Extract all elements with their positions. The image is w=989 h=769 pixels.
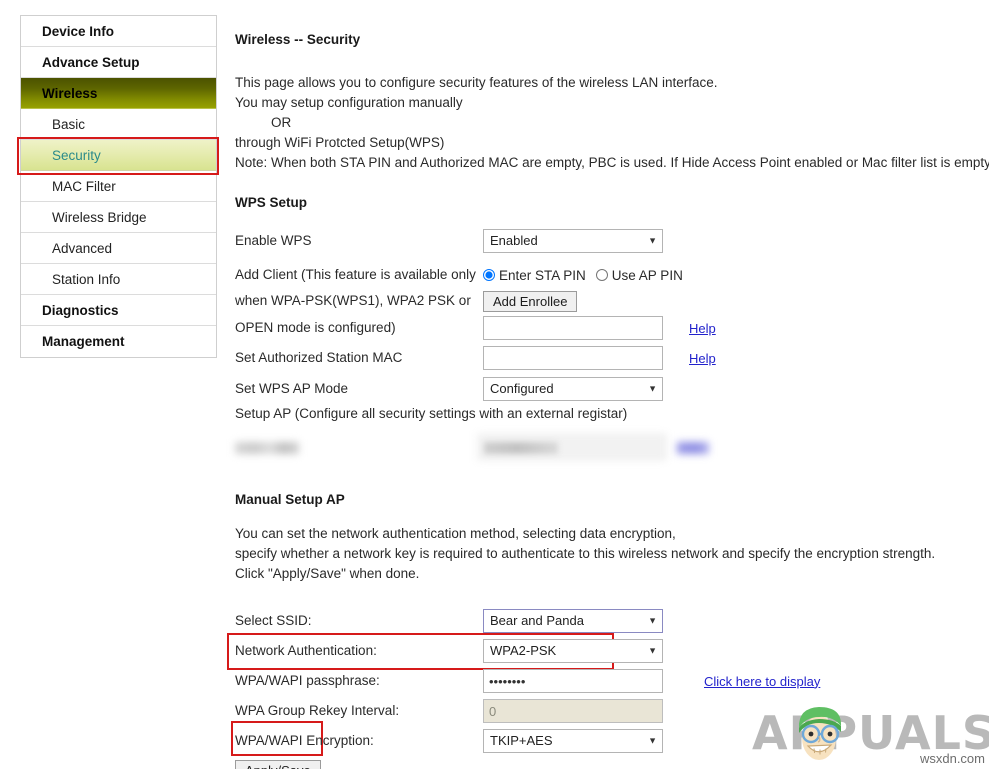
radio-enter-sta-pin-label: Enter STA PIN: [499, 268, 586, 283]
row-apply-save: Apply/Save: [235, 756, 989, 769]
row-pin-input: OPEN mode is configured) Help: [235, 313, 989, 343]
sidebar-item-diagnostics[interactable]: Diagnostics: [21, 295, 216, 326]
intro-line-2: You may setup configuration manually: [235, 93, 989, 113]
authorized-station-mac-label: Set Authorized Station MAC: [235, 343, 402, 373]
sidebar-item-station-info[interactable]: Station Info: [21, 264, 216, 295]
wpa-encryption-dropdown[interactable]: TKIP+AES ▼: [483, 729, 663, 753]
chevron-down-icon: ▼: [648, 737, 657, 746]
wpa-group-rekey-input: [483, 699, 663, 723]
sidebar-item-advanced[interactable]: Advanced: [21, 233, 216, 264]
intro-line-4: through WiFi Protcted Setup(WPS): [235, 133, 989, 153]
sidebar-item-label: Station Info: [52, 272, 120, 287]
row-wpa-encryption: WPA/WAPI Encryption: TKIP+AES ▼: [235, 726, 989, 756]
redacted-row: [235, 432, 989, 466]
sidebar-item-label: Wireless Bridge: [52, 210, 147, 225]
sidebar-item-wireless-bridge[interactable]: Wireless Bridge: [21, 202, 216, 233]
apply-save-button[interactable]: Apply/Save: [235, 760, 321, 769]
manual-desc-line-1: You can set the network authentication m…: [235, 524, 989, 544]
radio-use-ap-pin-label: Use AP PIN: [612, 268, 683, 283]
sidebar-item-wireless[interactable]: Wireless: [21, 78, 216, 109]
click-here-to-display-link[interactable]: Click here to display: [704, 674, 820, 689]
sidebar-item-device-info[interactable]: Device Info: [21, 16, 216, 47]
add-client-label-line2: when WPA-PSK(WPS1), WPA2 PSK or: [235, 286, 471, 316]
radio-enter-sta-pin[interactable]: [483, 269, 495, 281]
manual-setup-ap-heading: Manual Setup AP: [235, 492, 989, 507]
redacted-input-text-blur: [484, 442, 558, 454]
sidebar-item-security[interactable]: Security: [21, 140, 216, 171]
sidebar-item-label: Management: [42, 334, 125, 349]
wpa-passphrase-label: WPA/WAPI passphrase:: [235, 666, 380, 696]
sta-pin-input[interactable]: [483, 316, 663, 340]
wps-ap-mode-select[interactable]: Configured ▼: [483, 377, 663, 401]
manual-desc-line-2: specify whether a network key is require…: [235, 544, 989, 564]
row-select-ssid: Select SSID: Bear and Panda ▼: [235, 606, 989, 636]
wpa-encryption-label: WPA/WAPI Encryption:: [235, 726, 374, 756]
sidebar-item-label: Basic: [52, 117, 85, 132]
row-wpa-passphrase: WPA/WAPI passphrase: Click here to displ…: [235, 666, 989, 696]
add-client-label-line3: OPEN mode is configured): [235, 313, 396, 343]
sidebar-item-label: Device Info: [42, 24, 114, 39]
intro-note-line: Note: When both STA PIN and Authorized M…: [235, 153, 989, 173]
chevron-down-icon: ▼: [648, 385, 657, 394]
select-ssid-value: Bear and Panda: [490, 613, 584, 628]
sidebar-item-management[interactable]: Management: [21, 326, 216, 357]
row-enable-wps: Enable WPS Enabled ▼: [235, 226, 989, 260]
wpa-group-rekey-label: WPA Group Rekey Interval:: [235, 696, 399, 726]
chevron-down-icon: ▼: [648, 237, 657, 246]
sidebar-item-label: Security: [52, 148, 101, 163]
authorized-station-mac-input[interactable]: [483, 346, 663, 370]
redacted-label-blur: [235, 442, 299, 454]
sidebar-item-label: Diagnostics: [42, 303, 119, 318]
main-content: Wireless -- Security This page allows yo…: [235, 32, 989, 769]
sidebar-item-label: MAC Filter: [52, 179, 116, 194]
enable-wps-label: Enable WPS: [235, 226, 312, 256]
wps-ap-mode-label: Set WPS AP Mode: [235, 374, 348, 404]
manual-desc-line-3: Click "Apply/Save" when done.: [235, 564, 989, 584]
help-link-mac[interactable]: Help: [689, 351, 716, 366]
add-enrollee-button[interactable]: Add Enrollee: [483, 291, 577, 312]
sidebar-item-basic[interactable]: Basic: [21, 109, 216, 140]
page-title: Wireless -- Security: [235, 32, 989, 47]
sidebar-item-mac-filter[interactable]: MAC Filter: [21, 171, 216, 202]
router-admin-page: Device Info Advance Setup Wireless Basic…: [0, 0, 989, 769]
select-ssid-label: Select SSID:: [235, 606, 312, 636]
radio-use-ap-pin[interactable]: [596, 269, 608, 281]
wpa-passphrase-input[interactable]: [483, 669, 663, 693]
chevron-down-icon: ▼: [648, 647, 657, 656]
row-add-client-radios: Add Client (This feature is available on…: [235, 260, 989, 286]
sidebar-item-label: Advance Setup: [42, 55, 140, 70]
row-wps-ap-mode: Set WPS AP Mode Configured ▼: [235, 374, 989, 402]
wpa-encryption-value: TKIP+AES: [490, 733, 553, 748]
network-authentication-label: Network Authentication:: [235, 636, 377, 666]
row-authorized-station-mac: Set Authorized Station MAC Help: [235, 343, 989, 374]
network-authentication-dropdown[interactable]: WPA2-PSK ▼: [483, 639, 663, 663]
network-authentication-value: WPA2-PSK: [490, 643, 556, 658]
intro-line-or: OR: [235, 113, 989, 133]
wps-ap-mode-value: Configured: [490, 381, 554, 396]
help-link-pin[interactable]: Help: [689, 321, 716, 336]
sidebar-item-label: Wireless: [42, 86, 97, 101]
intro-line-1: This page allows you to configure securi…: [235, 73, 989, 93]
chevron-down-icon: ▼: [648, 617, 657, 626]
row-wpa-group-rekey-interval: WPA Group Rekey Interval:: [235, 696, 989, 726]
sidebar-item-advance-setup[interactable]: Advance Setup: [21, 47, 216, 78]
enable-wps-select[interactable]: Enabled ▼: [483, 229, 663, 253]
select-ssid-dropdown[interactable]: Bear and Panda ▼: [483, 609, 663, 633]
setup-ap-note: Setup AP (Configure all security setting…: [235, 404, 989, 424]
sidebar-item-label: Advanced: [52, 241, 112, 256]
row-add-enrollee: when WPA-PSK(WPS1), WPA2 PSK or Add Enro…: [235, 286, 989, 313]
row-network-authentication: Network Authentication: WPA2-PSK ▼: [235, 636, 989, 666]
sidebar-nav: Device Info Advance Setup Wireless Basic…: [20, 15, 217, 358]
enable-wps-value: Enabled: [490, 233, 538, 248]
redacted-link-blur[interactable]: [677, 442, 709, 454]
wps-setup-heading: WPS Setup: [235, 195, 989, 210]
